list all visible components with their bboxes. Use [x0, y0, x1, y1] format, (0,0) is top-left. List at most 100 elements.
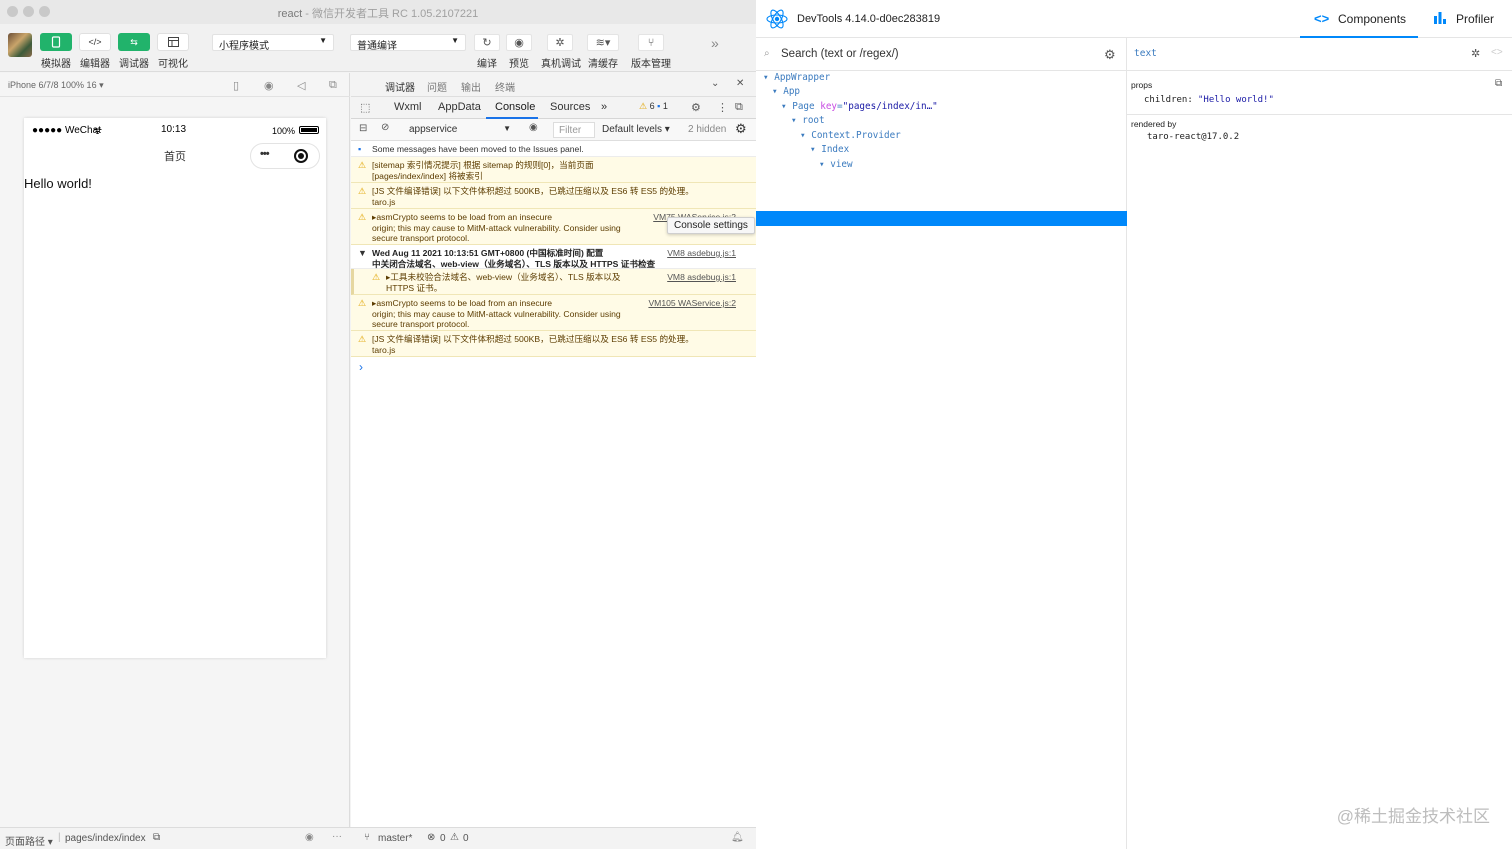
view-source-icon[interactable]: <>	[1491, 47, 1503, 58]
context-select[interactable]: appservice ▼	[403, 121, 515, 138]
error-icon: ⊗	[427, 832, 436, 843]
source-link[interactable]: VM105 WAService.js:2	[648, 298, 736, 309]
more-tabs-icon[interactable]: »	[601, 101, 607, 113]
page-path-label[interactable]: 页面路径 ▾	[5, 833, 53, 848]
warning-count[interactable]: 0	[463, 833, 469, 844]
phone-icon[interactable]: ▯	[233, 79, 239, 92]
filter-input[interactable]: Filter	[553, 122, 595, 138]
kebab-menu-icon[interactable]: ⋮	[717, 101, 728, 114]
settings-gear-icon[interactable]: ⚙	[691, 101, 701, 114]
expand-arrow-icon[interactable]: ▾	[772, 86, 778, 97]
compile-mode-select[interactable]: 普通编译 ▼	[350, 34, 466, 52]
debugger-top-tabs: 调试器 问题 输出 终端 ⌄ ✕	[351, 73, 756, 98]
bug-icon[interactable]: ✲	[1471, 47, 1480, 60]
tab-profiler[interactable]: Profiler	[1432, 0, 1512, 38]
tab-issues[interactable]: 问题	[427, 79, 447, 94]
expand-arrow-icon[interactable]: ▾	[781, 101, 787, 112]
simulator-toggle-button[interactable]	[40, 33, 72, 51]
sidebar-toggle-icon[interactable]: ⊟	[359, 123, 367, 134]
warning-icon: ⚠	[639, 101, 648, 111]
error-count[interactable]: 0	[440, 833, 446, 844]
log-levels-select[interactable]: Default levels ▾	[602, 124, 670, 135]
expand-arrow-icon[interactable]: ▾	[791, 115, 797, 126]
expand-arrow-icon[interactable]: ▾	[800, 130, 806, 141]
more-chevron-icon[interactable]: »	[711, 35, 719, 51]
expand-arrow-icon[interactable]: ▾	[763, 72, 769, 83]
layers-icon: ≋▾	[595, 37, 611, 49]
expand-arrow-icon[interactable]: ▾	[819, 159, 825, 170]
eye-icon[interactable]: ◉	[529, 122, 538, 133]
tab-output[interactable]: 输出	[461, 79, 481, 94]
volume-icon[interactable]: ◁	[297, 79, 305, 92]
dock-icon[interactable]: ⧉	[735, 101, 743, 114]
tree-node-page[interactable]: ▾ Page key="pages/index/in…"	[781, 100, 938, 114]
chevron-down-icon: ▼	[503, 124, 511, 133]
warning-icon: ⚠	[358, 186, 367, 196]
console-group[interactable]: ▼ Wed Aug 11 2021 10:13:51 GMT+0800 (中国标准…	[351, 245, 756, 269]
debugger-toggle-button[interactable]: ⇆	[118, 33, 150, 51]
tree-node-app[interactable]: ▾ App	[772, 85, 800, 99]
simulator-label: 模拟器	[41, 59, 71, 70]
more-icon[interactable]: ···	[332, 831, 342, 842]
mode-select[interactable]: 小程序模式 ▼	[212, 34, 334, 52]
git-branch[interactable]: master*	[378, 833, 412, 844]
more-dots-icon[interactable]: •••	[260, 148, 270, 160]
component-tree-panel: ⌕ Search (text or /regex/) ⚙ ▾ AppWrappe…	[756, 38, 1127, 849]
tree-node-view[interactable]: ▾ view	[819, 158, 853, 172]
close-icon[interactable]: ✕	[736, 78, 744, 89]
tab-sources[interactable]: Sources	[550, 101, 590, 113]
real-debug-button[interactable]: ✲	[547, 34, 573, 51]
copy-icon[interactable]: ⧉	[153, 832, 160, 843]
tab-debugger[interactable]: 调试器	[385, 79, 415, 98]
node-name: Context.Provider	[811, 130, 901, 141]
compile-mode-value: 普通编译	[357, 41, 397, 52]
compile-button[interactable]: ↻	[474, 34, 500, 51]
expand-arrow-icon[interactable]: ▼	[358, 248, 367, 259]
settings-gear-icon[interactable]: ⚙	[1104, 47, 1116, 63]
tab-terminal[interactable]: 终端	[495, 79, 515, 94]
source-link[interactable]: VM8 asdebug.js:1	[667, 272, 736, 283]
inspect-icon[interactable]: ⬚	[360, 101, 370, 114]
chevron-down-icon[interactable]: ⌄	[711, 78, 719, 89]
search-input[interactable]: Search (text or /regex/)	[781, 48, 899, 60]
record-icon[interactable]: ◉	[264, 79, 274, 92]
expand-arrow-icon[interactable]: ▾	[810, 144, 816, 155]
editor-toggle-button[interactable]: </>	[79, 33, 111, 51]
bell-icon[interactable]: 🔔︎	[731, 832, 744, 843]
preview-button[interactable]: ◉	[506, 34, 532, 51]
battery-percent: 100%	[272, 126, 296, 136]
console-message: ▪ Some messages have been moved to the Is…	[351, 141, 756, 157]
close-miniprogram-icon[interactable]	[294, 149, 308, 163]
version-button[interactable]: ⑂	[638, 34, 664, 51]
capsule-menu[interactable]: •••	[250, 143, 320, 169]
tree-node-context-provider[interactable]: ▾ Context.Provider	[800, 129, 901, 143]
tab-console[interactable]: Console	[495, 101, 535, 113]
clear-cache-button[interactable]: ≋▾	[587, 34, 619, 51]
console-settings-gear-icon[interactable]: ⚙	[735, 121, 747, 137]
tree-node-index[interactable]: ▾ Index	[810, 143, 849, 157]
console-prompt[interactable]: ›	[359, 360, 363, 374]
console-toolbar: ⊟ ⊘ appservice ▼ ◉ Filter Default levels …	[351, 119, 756, 141]
tab-components[interactable]: <> Components	[1300, 0, 1418, 38]
avatar[interactable]	[8, 33, 32, 57]
issues-counter[interactable]: ⚠ 6 ▪ 1	[639, 101, 668, 112]
tree-node-text[interactable]: text	[840, 172, 862, 186]
prop-value[interactable]: "Hello world!"	[1198, 95, 1274, 105]
copy-icon[interactable]: ⧉	[1495, 78, 1502, 89]
tree-node-appwrapper[interactable]: ▾ AppWrapper	[763, 71, 830, 85]
device-select[interactable]: iPhone 6/7/8 100% 16 ▾	[8, 80, 104, 91]
tab-appdata[interactable]: AppData	[438, 101, 481, 113]
source-link[interactable]: VM8 asdebug.js:1	[667, 248, 736, 259]
console-message: ⚠ ▸工具未校验合法域名、web-view（业务域名）、TLS 版本以及 HTTP…	[351, 269, 756, 295]
clear-console-icon[interactable]: ⊘	[381, 122, 389, 133]
eye-icon[interactable]: ◉	[305, 832, 314, 843]
context-value: appservice	[409, 124, 458, 135]
code-brackets-icon: <>	[1314, 11, 1330, 26]
chevron-down-icon: ▼	[319, 36, 327, 45]
visual-toggle-button[interactable]	[157, 33, 189, 51]
carrier: ●●●●● WeChat	[32, 125, 101, 136]
popout-icon[interactable]: ⧉	[329, 79, 337, 92]
tab-wxml[interactable]: Wxml	[394, 101, 422, 113]
tree-node-root[interactable]: ▾ root	[791, 114, 825, 128]
tab-profiler-label: Profiler	[1456, 12, 1495, 26]
